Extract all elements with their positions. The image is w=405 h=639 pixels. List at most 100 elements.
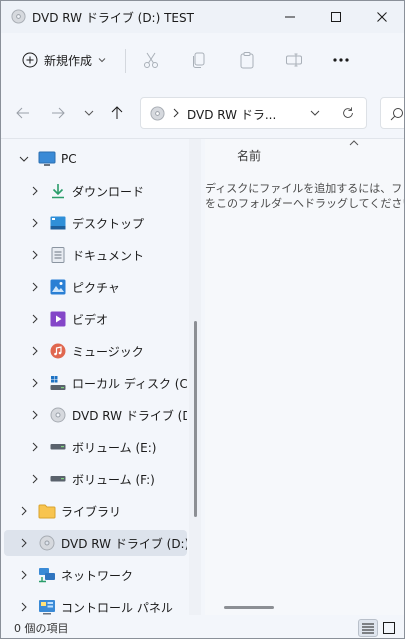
chevron-right-icon[interactable] <box>28 472 42 486</box>
title-bar[interactable]: DVD RW ドライブ (D:) TEST <box>1 1 404 33</box>
ellipsis-icon <box>333 58 349 62</box>
item-count: 0 個の項目 <box>14 622 69 635</box>
address-path: DVD RW ドラ... <box>187 108 277 122</box>
chevron-right-icon[interactable] <box>17 536 31 550</box>
nav-item-label: ピクチャ <box>72 280 120 295</box>
file-list[interactable]: 名前 ディスクにファイルを追加するには、ファイル をこのフォルダーへドラッグして… <box>205 139 405 615</box>
nav-item-pc[interactable]: PC <box>4 146 187 172</box>
nav-item-label: ネットワーク <box>61 568 134 583</box>
command-bar: 新規作成 <box>1 33 404 87</box>
nav-item-local-disk-c[interactable]: ローカル ディスク (C:) <box>4 370 187 396</box>
chevron-right-icon[interactable] <box>28 344 42 358</box>
nav-item-downloads[interactable]: ダウンロード <box>4 178 187 204</box>
nav-item-network[interactable]: ネットワーク <box>4 562 187 588</box>
new-button[interactable]: 新規作成 <box>15 45 121 75</box>
pictures-icon <box>49 278 67 296</box>
chevron-right-icon[interactable] <box>28 248 42 262</box>
minimize-icon <box>285 16 295 18</box>
close-button[interactable] <box>359 1 404 33</box>
window-title: DVD RW ドライブ (D:) TEST <box>32 11 194 25</box>
nav-item-music[interactable]: ミュージック <box>4 338 187 364</box>
folder-icon <box>38 502 56 520</box>
minimize-button[interactable] <box>267 1 313 33</box>
video-icon <box>49 310 67 328</box>
nav-item-label: DVD RW ドライブ (D:) TEST <box>61 536 187 551</box>
rename-button[interactable] <box>282 48 306 72</box>
download-icon <box>49 182 67 200</box>
nav-item-label: ドキュメント <box>72 248 145 263</box>
paste-button[interactable] <box>235 48 259 72</box>
nav-item-label: ローカル ディスク (C:) <box>72 376 187 391</box>
chevron-right-icon[interactable] <box>28 216 42 230</box>
more-options-button[interactable] <box>328 48 354 72</box>
address-bar[interactable]: DVD RW ドラ... <box>140 97 367 129</box>
chevron-right-icon[interactable] <box>17 504 31 518</box>
nav-item-label: PC <box>61 152 77 166</box>
nav-item-dvd-drive[interactable]: DVD RW ドライブ (D:) TEST <box>4 530 187 556</box>
dvd-drive-icon <box>11 9 26 24</box>
arrow-up-icon <box>111 106 123 119</box>
nav-item-control-panel[interactable]: コントロール パネル <box>4 594 187 615</box>
search-box[interactable] <box>380 97 404 129</box>
back-button[interactable] <box>12 102 34 124</box>
empty-message-line2: をこのフォルダーへドラッグしてください。 <box>205 197 405 210</box>
tiles-view-button[interactable] <box>379 619 399 637</box>
tiles-view-icon <box>383 622 395 634</box>
forward-button[interactable] <box>47 102 69 124</box>
copy-button[interactable] <box>187 48 211 72</box>
chevron-right-icon[interactable] <box>28 440 42 454</box>
chevron-right-icon[interactable] <box>17 568 31 582</box>
navigation-pane: PC ダウンロード デスクトップ ドキュメント ピクチャ ビデオ ミュージック … <box>1 139 201 615</box>
maximize-button[interactable] <box>313 1 359 33</box>
dvd-drive-icon <box>38 534 56 552</box>
empty-message-line1: ディスクにファイルを追加するには、ファイル <box>205 182 404 195</box>
dvd-drive-icon <box>49 406 67 424</box>
dvd-drive-icon <box>150 106 165 121</box>
network-icon <box>38 566 56 584</box>
desktop-icon <box>49 214 67 232</box>
clipboard-icon <box>240 52 254 69</box>
drive-icon <box>49 470 67 488</box>
nav-item-documents[interactable]: ドキュメント <box>4 242 187 268</box>
control-panel-icon <box>38 598 56 615</box>
plus-circle-icon <box>22 52 38 68</box>
nav-item-libraries[interactable]: ライブラリ <box>4 498 187 524</box>
drive-icon <box>49 438 67 456</box>
chevron-down-icon <box>310 110 320 116</box>
nav-item-volume-e[interactable]: ボリューム (E:) <box>4 434 187 460</box>
column-header-name[interactable]: 名前 <box>237 147 261 164</box>
up-button[interactable] <box>106 102 128 124</box>
address-row: DVD RW ドラ... <box>1 87 404 139</box>
chevron-right-icon[interactable] <box>28 376 42 390</box>
horizontal-scrollbar-thumb[interactable] <box>224 606 274 609</box>
nav-item-label: ダウンロード <box>72 184 145 199</box>
search-icon <box>390 108 403 121</box>
details-view-button[interactable] <box>358 619 378 637</box>
chevron-down-icon[interactable] <box>17 152 31 166</box>
nav-scrollbar-thumb[interactable] <box>194 321 197 517</box>
cut-button[interactable] <box>139 48 163 72</box>
nav-item-videos[interactable]: ビデオ <box>4 306 187 332</box>
nav-item-label: コントロール パネル <box>61 600 173 615</box>
chevron-down-icon <box>98 58 106 63</box>
status-bar: 0 個の項目 <box>1 615 404 638</box>
arrow-right-icon <box>52 107 65 119</box>
nav-item-desktop[interactable]: デスクトップ <box>4 210 187 236</box>
nav-item-volume-f[interactable]: ボリューム (F:) <box>4 466 187 492</box>
nav-item-label: ミュージック <box>72 344 144 359</box>
nav-item-label: ボリューム (F:) <box>72 472 155 487</box>
recent-locations-button[interactable] <box>78 102 100 124</box>
new-button-label: 新規作成 <box>44 53 93 68</box>
sort-ascending-icon <box>349 140 359 146</box>
chevron-down-icon <box>84 110 94 116</box>
chevron-right-icon[interactable] <box>28 184 42 198</box>
chevron-right-icon[interactable] <box>28 408 42 422</box>
empty-folder-message: ディスクにファイルを追加するには、ファイル をこのフォルダーへドラッグしてくださ… <box>205 181 405 211</box>
nav-item-dvd-drive-sub[interactable]: DVD RW ドライブ (D:) TEST <box>4 402 187 428</box>
chevron-right-icon[interactable] <box>28 280 42 294</box>
chevron-right-icon[interactable] <box>17 600 31 614</box>
nav-item-label: デスクトップ <box>72 216 145 231</box>
chevron-right-icon <box>173 108 179 118</box>
nav-item-pictures[interactable]: ピクチャ <box>4 274 187 300</box>
chevron-right-icon[interactable] <box>28 312 42 326</box>
